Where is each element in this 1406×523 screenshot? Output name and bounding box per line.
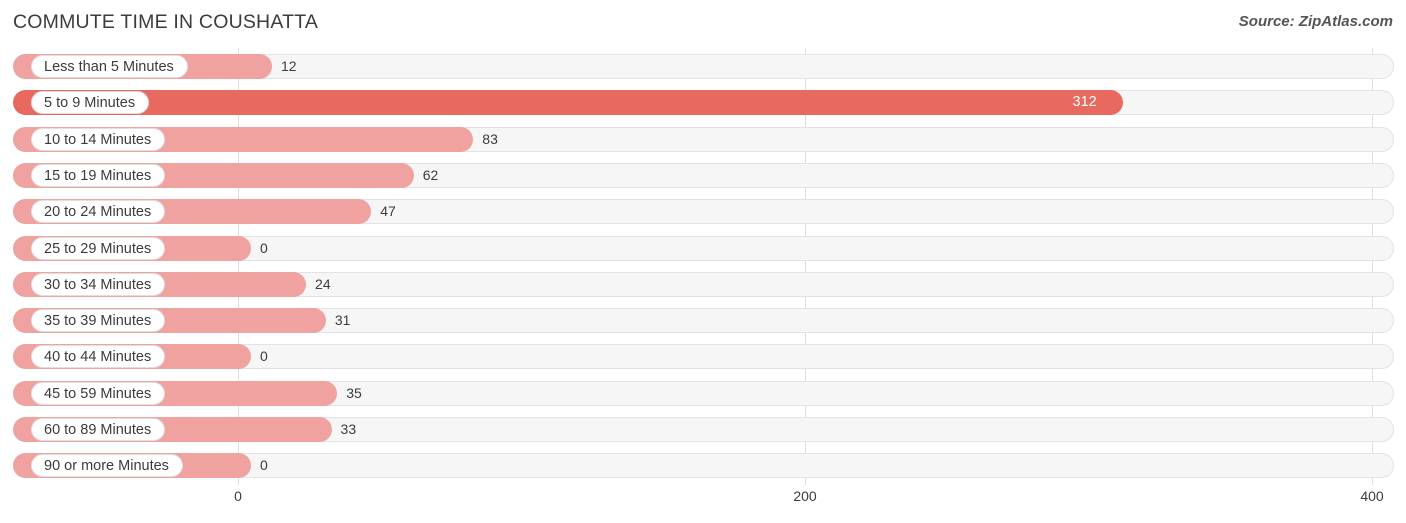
bar-category-label: 5 to 9 Minutes: [31, 91, 150, 115]
bar-row[interactable]: 10 to 14 Minutes 83: [0, 125, 1406, 155]
bar-value-label: 312: [1072, 94, 1097, 111]
bar-category-label: 35 to 39 Minutes: [31, 309, 166, 333]
page-title: COMMUTE TIME IN COUSHATTA: [13, 11, 319, 33]
bar-row[interactable]: 5 to 9 Minutes 312: [0, 88, 1406, 118]
bar-row[interactable]: Less than 5 Minutes 12: [0, 52, 1406, 82]
axis-tick-label: 400: [1360, 488, 1384, 504]
axis-tick-label: 200: [793, 488, 817, 504]
bar-value-label: 47: [380, 203, 396, 220]
bar-row[interactable]: 15 to 19 Minutes 62: [0, 161, 1406, 191]
bar-row[interactable]: 20 to 24 Minutes 47: [0, 197, 1406, 227]
bar-row[interactable]: 60 to 89 Minutes 33: [0, 415, 1406, 445]
bar-category-label: 10 to 14 Minutes: [31, 127, 166, 151]
bar-row[interactable]: 45 to 59 Minutes 35: [0, 379, 1406, 409]
bar-category-label: 60 to 89 Minutes: [31, 418, 166, 441]
bar-value-label: 0: [260, 348, 268, 365]
bar-value-label: 24: [315, 275, 331, 292]
bar-category-label: 25 to 29 Minutes: [31, 236, 166, 260]
bar-value-label: 12: [281, 58, 297, 74]
bar-category-label: 90 or more Minutes: [31, 454, 183, 478]
bar-row[interactable]: 30 to 34 Minutes 24: [0, 270, 1406, 300]
bar-category-label: 45 to 59 Minutes: [31, 381, 166, 405]
chart-header: COMMUTE TIME IN COUSHATTA Source: ZipAtl…: [0, 0, 1406, 46]
bar-row[interactable]: 25 to 29 Minutes 0: [0, 234, 1406, 264]
axis-tick-label: 0: [234, 488, 242, 504]
bar-fill[interactable]: [13, 90, 1123, 116]
bar-value-label: 0: [260, 239, 268, 256]
bar-row[interactable]: 40 to 44 Minutes 0: [0, 342, 1406, 372]
source-attribution: Source: ZipAtlas.com: [1238, 13, 1393, 30]
x-axis: 0 200 400: [0, 485, 1406, 523]
bar-category-label: 15 to 19 Minutes: [31, 163, 166, 187]
bar-value-label: 62: [422, 166, 439, 183]
bar-value-label: 0: [260, 457, 268, 474]
bar-value-label: 35: [346, 384, 362, 401]
bar-value-label: 31: [334, 312, 351, 329]
bar-chart-plot-area: Less than 5 Minutes 12 5 to 9 Minutes 312 10…: [0, 48, 1406, 485]
bar-row[interactable]: 35 to 39 Minutes 31: [0, 306, 1406, 336]
bar-value-label: 33: [340, 421, 357, 437]
bar-row[interactable]: 90 or more Minutes 0: [0, 451, 1406, 481]
bar-value-label: 83: [482, 130, 498, 147]
bar-category-label: 40 to 44 Minutes: [31, 345, 166, 369]
bar-category-label: Less than 5 Minutes: [31, 55, 188, 78]
bar-category-label: 30 to 34 Minutes: [31, 272, 166, 296]
bar-category-label: 20 to 24 Minutes: [31, 200, 166, 224]
